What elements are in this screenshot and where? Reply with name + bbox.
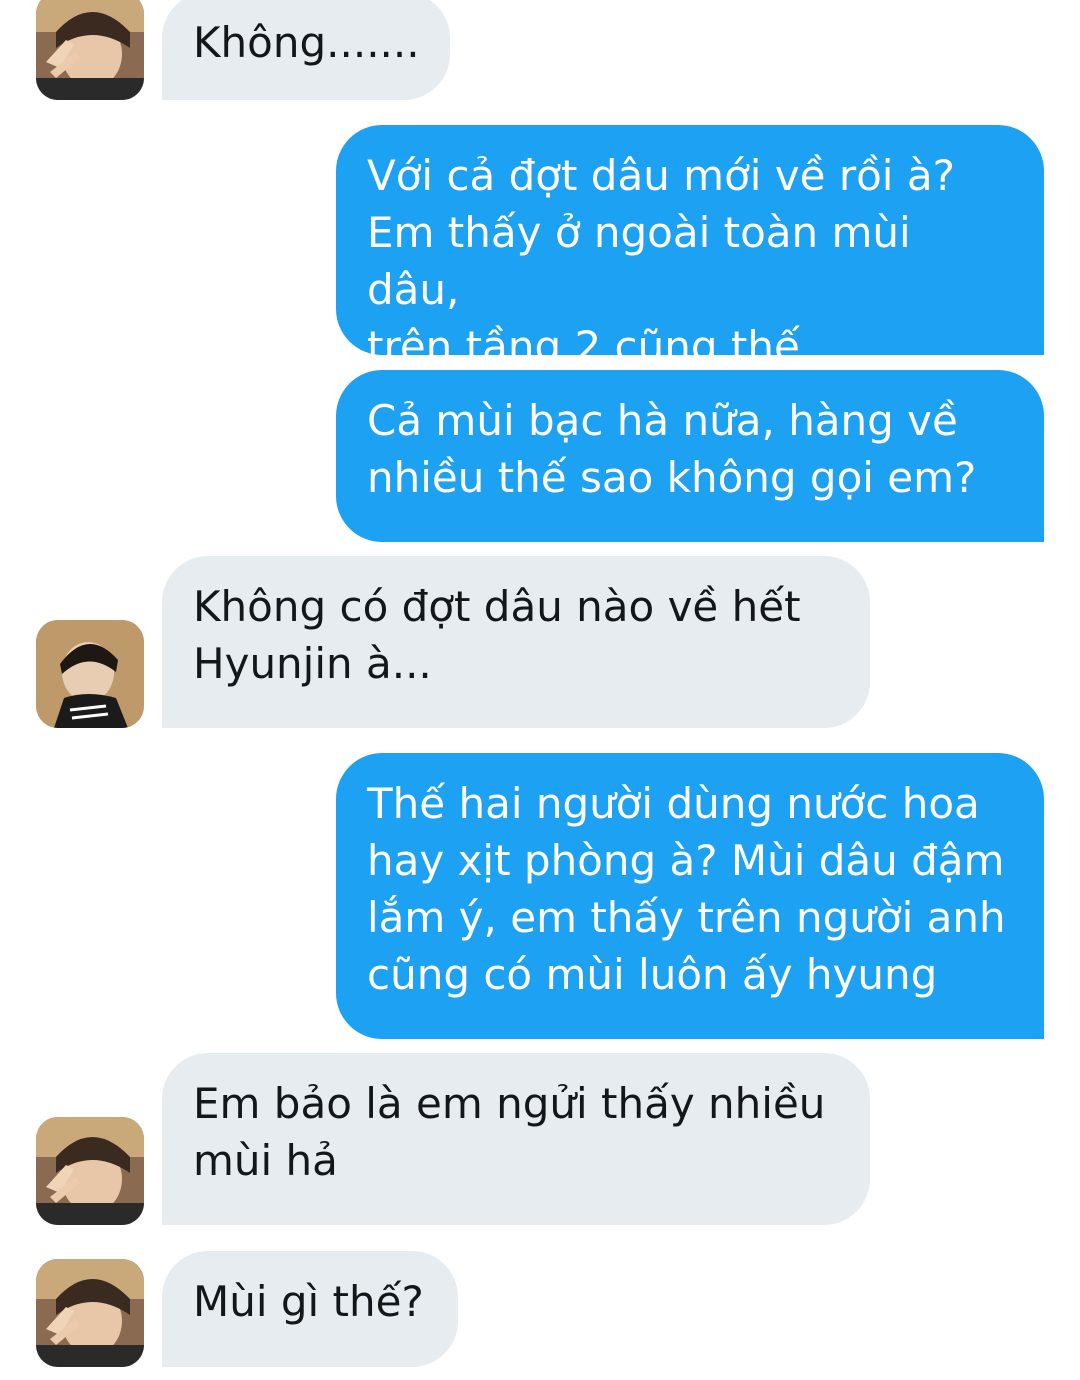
- message-bubble[interactable]: Không có đợt dâu nào về hết Hyunjin à...: [162, 556, 870, 728]
- avatar[interactable]: [36, 0, 144, 100]
- message-bubble[interactable]: Em bảo là em ngửi thấy nhiều mùi hả: [162, 1053, 870, 1225]
- message-bubble[interactable]: Không.......: [162, 0, 450, 100]
- avatar-photo: [36, 620, 144, 728]
- message-bubble[interactable]: Với cả đợt dâu mới về rồi à? Em thấy ở n…: [336, 125, 1044, 371]
- message-bubble[interactable]: Thế hai người dùng nước hoa hay xịt phòn…: [336, 753, 1044, 1039]
- message-thread: Không....... Với cả đợt dâu mới về rồi à…: [0, 0, 1080, 1380]
- avatar[interactable]: [36, 620, 144, 728]
- avatar-photo: [36, 0, 144, 100]
- avatar-photo: [36, 1117, 144, 1225]
- message-bubble[interactable]: Mùi gì thế?: [162, 1251, 458, 1367]
- avatar[interactable]: [36, 1117, 144, 1225]
- message-bubble[interactable]: Cả mùi bạc hà nữa, hàng về nhiều thế sao…: [336, 370, 1044, 542]
- avatar-photo: [36, 1259, 144, 1367]
- avatar[interactable]: [36, 1259, 144, 1367]
